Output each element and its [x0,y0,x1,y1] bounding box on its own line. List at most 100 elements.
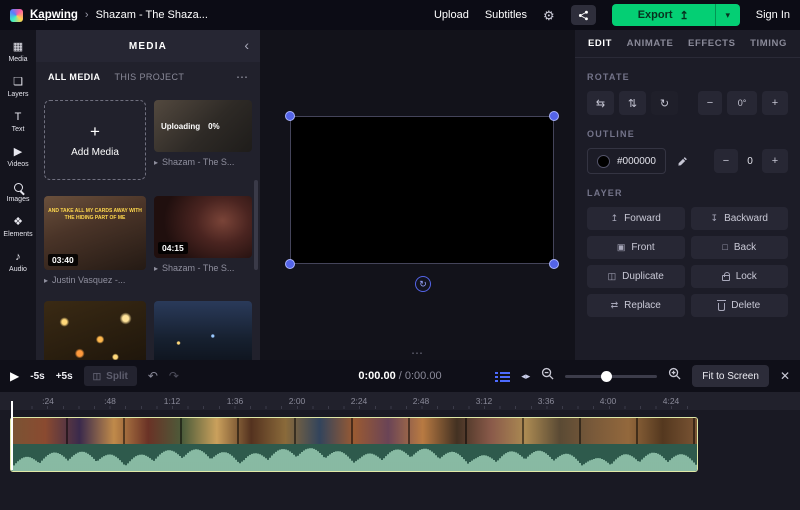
inspector-panel: EDIT ANIMATE EFFECTS TIMING ROTATE ⇆ ⇅ ↻… [575,30,800,360]
timeline-ruler[interactable]: :24 :48 1:12 1:36 2:00 2:24 2:48 3:12 3:… [0,392,800,410]
resize-handle-bottom-left[interactable] [285,259,295,269]
rotate-icon: ↻ [419,279,427,290]
export-button[interactable]: Export ↥ [612,4,715,26]
outline-color-field[interactable]: #000000 [587,148,666,174]
ruler-label: :48 [104,396,116,406]
zoom-out-icon [541,367,554,380]
sidebar-item-elements[interactable]: ❖ Elements [0,209,36,244]
sidebar-item-layers[interactable]: ❏ Layers [0,69,36,104]
outline-increase-button[interactable]: + [762,149,788,173]
rotate-handle[interactable]: ↻ [415,276,431,292]
rotate-decrease-button[interactable]: − [698,91,722,115]
media-thumbnail[interactable]: AND TAKE ALL MY CARDS AWAY WITH THE HIDI… [44,196,146,270]
tab-all-media[interactable]: ALL MEDIA [48,72,100,82]
backward-button[interactable]: ↧ Backward [691,207,789,230]
resize-handle-top-left[interactable] [285,111,295,121]
split-button[interactable]: ◫ Split [84,366,137,386]
forward-button[interactable]: ↥ Forward [587,207,685,230]
close-timeline-icon[interactable]: ✕ [780,369,790,383]
ruler-label: 4:00 [600,396,617,406]
tab-animate[interactable]: ANIMATE [627,38,674,49]
ruler-label: 1:12 [164,396,181,406]
tab-this-project[interactable]: THIS PROJECT [114,72,184,82]
zoom-slider-knob[interactable] [601,371,612,382]
front-icon: ▣ [617,243,626,252]
duplicate-button[interactable]: ◫ Duplicate [587,265,685,288]
add-media-cell: + Add Media [44,100,146,180]
settings-gear-icon[interactable]: ⚙ [543,9,555,22]
media-thumbnail[interactable] [154,301,252,360]
clip-type-icon: ▸ [44,276,48,285]
share-button[interactable] [571,5,596,25]
upload-status: Uploading 0% [161,122,220,131]
video-layer[interactable] [290,116,554,264]
undo-icon[interactable]: ↶ [148,369,158,383]
trash-icon [718,303,725,311]
subtitles-button[interactable]: Subtitles [485,9,527,21]
lock-icon [722,275,730,281]
kapwing-logo[interactable] [10,9,23,22]
lock-button[interactable]: Lock [691,265,789,288]
project-title[interactable]: Shazam - The Shaza... [96,9,208,21]
sidebar-item-audio[interactable]: ♪ Audio [0,244,36,279]
sidebar-item-media[interactable]: ▦ Media [0,34,36,69]
media-thumbnail[interactable]: 04:15 [154,196,252,258]
sidebar-item-videos[interactable]: ▶ Videos [0,139,36,174]
export-dropdown-button[interactable]: ▾ [715,4,740,26]
inspector-tabs: EDIT ANIMATE EFFECTS TIMING [575,30,800,58]
media-scrollbar[interactable] [254,180,258,270]
playhead[interactable] [8,392,16,472]
upload-button[interactable]: Upload [434,9,469,21]
tab-edit[interactable]: EDIT [588,38,612,49]
canvas-area: ↻ ⋯ [260,30,575,360]
back-button[interactable]: □ Back [691,236,789,259]
sign-in-button[interactable]: Sign In [756,9,790,21]
upload-percent: 0% [208,122,220,131]
resize-handle-bottom-right[interactable] [549,259,559,269]
media-thumbnail[interactable]: Uploading 0% [154,100,252,152]
zoom-slider[interactable] [565,375,657,378]
resize-handle-top-right[interactable] [549,111,559,121]
redo-icon[interactable]: ↷ [169,369,179,383]
more-options-icon[interactable]: ⋯ [236,70,248,84]
export-button-group: Export ↥ ▾ [612,4,740,26]
delete-button[interactable]: Delete [691,294,789,317]
panel-resize-handle[interactable]: ⋯ [411,346,424,360]
tab-effects[interactable]: EFFECTS [688,38,735,49]
audio-waveform-path [12,448,696,471]
outline-decrease-button[interactable]: − [714,149,738,173]
ruler-label: 1:36 [227,396,244,406]
duration-badge: 04:15 [158,242,188,254]
zoom-out-button[interactable] [541,367,554,385]
flip-vertical-button[interactable]: ⇅ [619,91,646,115]
forward-5s-button[interactable]: +5s [56,371,73,382]
front-button[interactable]: ▣ Front [587,236,685,259]
zoom-in-button[interactable] [668,367,681,385]
forward-icon: ↥ [611,214,619,223]
back-5s-button[interactable]: -5s [30,371,44,382]
play-button[interactable]: ▶ [10,369,19,383]
audio-icon: ♪ [15,251,21,263]
add-media-button[interactable]: + Add Media [44,100,146,180]
rotate-increase-button[interactable]: + [762,91,788,115]
replace-button[interactable]: ⇄ Replace [587,294,685,317]
zoom-in-icon [668,367,681,380]
images-search-icon [14,181,23,193]
track-height-icon[interactable] [495,371,510,382]
tab-timing[interactable]: TIMING [750,38,787,49]
total-duration: / 0:00.00 [399,370,442,382]
sidebar-item-text[interactable]: T Text [0,104,36,139]
video-clip[interactable] [10,417,698,472]
sidebar-item-images[interactable]: Images [0,174,36,209]
brand-link[interactable]: Kapwing [30,9,78,21]
media-item-name: ▸ Shazam - The S... [154,263,252,273]
snap-marker-icon[interactable]: ◂▸ [521,371,530,382]
rotate-90-button[interactable]: ↻ [651,91,678,115]
flip-horizontal-button[interactable]: ⇆ [587,91,614,115]
collapse-panel-icon[interactable]: ‹ [244,37,249,53]
thumbnail-caption-text: AND TAKE ALL MY CARDS AWAY WITH THE HIDI… [48,208,142,222]
ruler-label: 3:12 [476,396,493,406]
media-thumbnail[interactable] [44,301,146,360]
fit-to-screen-button[interactable]: Fit to Screen [692,365,769,387]
eyedropper-button[interactable] [671,148,695,174]
